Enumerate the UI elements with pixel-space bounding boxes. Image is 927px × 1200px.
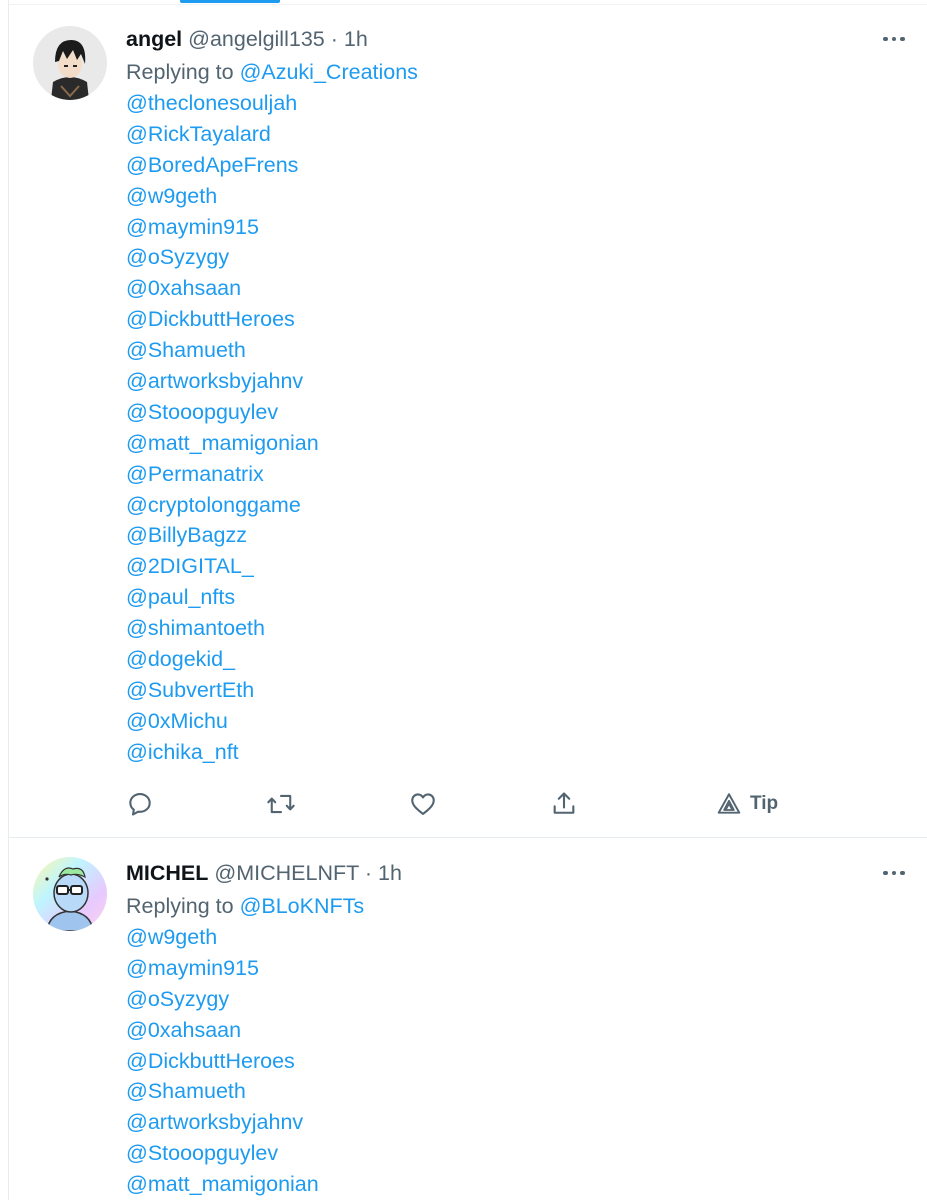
- mention-link[interactable]: @Permanatrix: [126, 459, 927, 490]
- mention-link[interactable]: @0xahsaan: [126, 273, 927, 304]
- tip-icon: [717, 793, 741, 814]
- user-handle[interactable]: @MICHELNFT: [214, 861, 358, 885]
- mention-link[interactable]: @theclonesouljah: [126, 88, 927, 119]
- tweet-header: angel @angelgill135 · 1h: [126, 22, 927, 56]
- display-name[interactable]: angel: [126, 27, 182, 51]
- tweet-content: angel @angelgill135 · 1h Replying to @Az…: [126, 22, 927, 768]
- timestamp[interactable]: 1h: [378, 861, 402, 885]
- timeline-top-border: [8, 4, 927, 5]
- replying-to-label: Replying to: [126, 60, 234, 84]
- mention-link[interactable]: @Shamueth: [126, 335, 927, 366]
- mention-link[interactable]: @w9geth: [126, 922, 927, 953]
- mention-link[interactable]: @SubvertEth: [126, 675, 927, 706]
- mention-link[interactable]: @cryptolonggame: [126, 490, 927, 521]
- tweet-header: MICHEL @MICHELNFT · 1h: [126, 856, 927, 890]
- mention-list: @theclonesouljah @RickTayalard @BoredApe…: [126, 88, 927, 768]
- mention-link[interactable]: @RickTayalard: [126, 119, 927, 150]
- mention-link[interactable]: @maymin915: [126, 953, 927, 984]
- mention-link[interactable]: @DickbuttHeroes: [126, 1046, 927, 1077]
- tweet-content: MICHEL @MICHELNFT · 1h Replying to @BLoK…: [126, 856, 927, 1200]
- more-dots-icon[interactable]: [877, 22, 911, 56]
- reply-icon: [129, 793, 151, 816]
- mention-link[interactable]: @artworksbyjahnv: [126, 366, 927, 397]
- avatar[interactable]: [33, 857, 107, 931]
- replying-to-link[interactable]: @Azuki_Creations: [240, 60, 418, 84]
- mention-link[interactable]: @matt_mamigonian: [126, 1169, 927, 1200]
- heart-icon: [411, 793, 435, 815]
- replying-to-link[interactable]: @BLoKNFTs: [240, 894, 365, 918]
- mention-link[interactable]: @Shamueth: [126, 1076, 927, 1107]
- mention-link[interactable]: @2DIGITAL_: [126, 551, 927, 582]
- mention-link[interactable]: @ichika_nft: [126, 737, 927, 768]
- mention-link[interactable]: @Stooopguylev: [126, 1138, 927, 1169]
- avatar[interactable]: [33, 26, 107, 100]
- timestamp[interactable]: 1h: [344, 27, 368, 51]
- tweet-actions: Tip: [126, 784, 826, 824]
- tip-button[interactable]: Tip: [716, 784, 778, 824]
- retweet-button[interactable]: [266, 784, 296, 824]
- user-handle[interactable]: @angelgill135: [188, 27, 325, 51]
- mention-link[interactable]: @Stooopguylev: [126, 397, 927, 428]
- mention-link[interactable]: @oSyzygy: [126, 984, 927, 1015]
- mention-link[interactable]: @0xMichu: [126, 706, 927, 737]
- reply-button[interactable]: [126, 784, 154, 824]
- mention-link[interactable]: @BillyBagzz: [126, 520, 927, 551]
- avatar-image: [33, 26, 107, 100]
- avatar-image: [33, 857, 107, 931]
- tip-label: Tip: [750, 793, 779, 814]
- replying-to-line: Replying to @BLoKNFTs: [126, 890, 927, 922]
- more-dots-icon[interactable]: [877, 856, 911, 890]
- retweet-icon: [267, 794, 295, 814]
- mention-link[interactable]: @w9geth: [126, 181, 927, 212]
- separator-dot: ·: [364, 861, 373, 885]
- mention-link[interactable]: @oSyzygy: [126, 242, 927, 273]
- mention-link[interactable]: @matt_mamigonian: [126, 428, 927, 459]
- mention-link[interactable]: @0xahsaan: [126, 1015, 927, 1046]
- tweet-card[interactable]: angel @angelgill135 · 1h Replying to @Az…: [8, 22, 927, 837]
- share-button[interactable]: [550, 784, 578, 824]
- tweet-card[interactable]: MICHEL @MICHELNFT · 1h Replying to @BLoK…: [8, 856, 927, 1200]
- like-button[interactable]: [409, 784, 437, 824]
- mention-link[interactable]: @dogekid_: [126, 644, 927, 675]
- mention-link[interactable]: @paul_nfts: [126, 582, 927, 613]
- replying-to-line: Replying to @Azuki_Creations: [126, 56, 927, 88]
- mention-link[interactable]: @BoredApeFrens: [126, 150, 927, 181]
- share-icon: [553, 792, 575, 814]
- tweet-divider: [8, 837, 927, 838]
- replying-to-label: Replying to: [126, 894, 234, 918]
- mention-link[interactable]: @DickbuttHeroes: [126, 304, 927, 335]
- mention-link[interactable]: @maymin915: [126, 212, 927, 243]
- display-name[interactable]: MICHEL: [126, 861, 208, 885]
- separator-dot: ·: [330, 27, 338, 51]
- mention-link[interactable]: @artworksbyjahnv: [126, 1107, 927, 1138]
- active-tab-indicator: [180, 0, 280, 3]
- mention-list: @w9geth @maymin915 @oSyzygy @0xahsaan @D…: [126, 922, 927, 1200]
- mention-link[interactable]: @shimantoeth: [126, 613, 927, 644]
